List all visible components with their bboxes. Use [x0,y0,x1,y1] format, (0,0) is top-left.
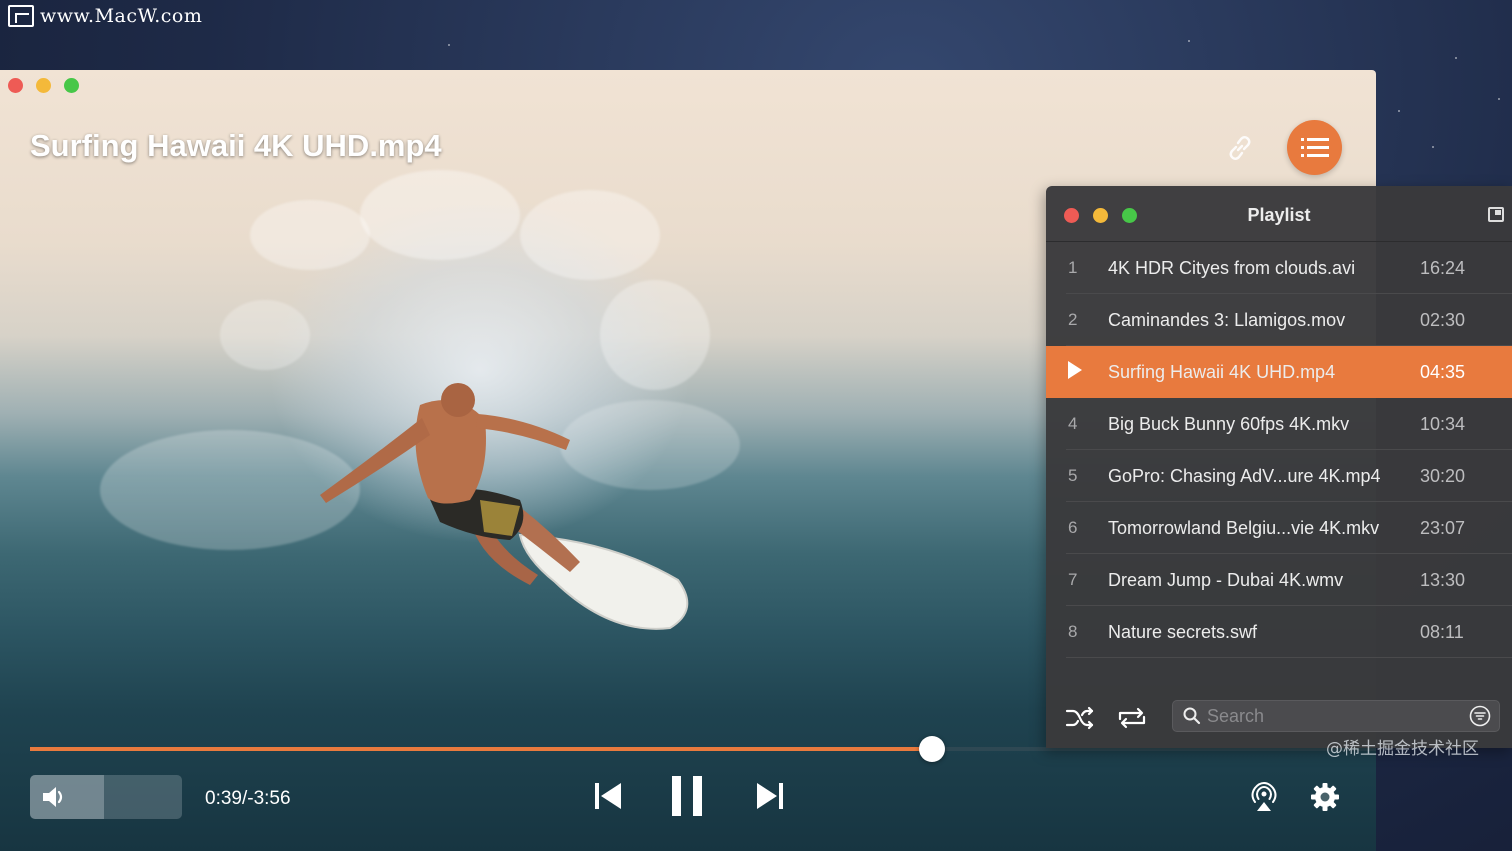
item-number: 5 [1068,466,1078,485]
bottom-watermark: @稀土掘金技术社区 [1326,739,1479,759]
playlist-item[interactable]: 5 GoPro: Chasing AdV...ure 4K.mp4 30:20 [1046,450,1512,502]
filter-icon[interactable] [1469,705,1491,727]
item-name: Nature secrets.swf [1108,621,1258,642]
pause-button[interactable] [664,772,710,820]
item-duration: 23:07 [1420,517,1466,538]
playlist-item[interactable]: 8 Nature secrets.swf 08:11 [1046,606,1512,658]
shuffle-icon [1065,706,1094,730]
link-button[interactable] [1222,130,1258,166]
item-duration: 04:35 [1420,361,1466,382]
item-name: Tomorrowland Belgiu...vie 4K.mkv [1108,517,1380,538]
playlist-item[interactable]: 2 Caminandes 3: Llamigos.mov 02:30 [1046,294,1512,346]
item-number: 8 [1068,622,1078,641]
watermark-text: www.MacW.com [40,5,203,27]
time-readout: 0:39/-3:56 [205,788,291,809]
previous-button[interactable] [588,776,628,816]
playlist-list: 1 4K HDR Cityes from clouds.avi 16:24 2 … [1046,242,1512,658]
next-button[interactable] [750,776,790,816]
expand-icon[interactable] [1488,207,1504,222]
playlist-header: Playlist [1046,186,1512,242]
item-name: Caminandes 3: Llamigos.mov [1108,309,1346,330]
search-input[interactable] [1201,705,1469,727]
playlist-item[interactable]: 6 Tomorrowland Belgiu...vie 4K.mkv 23:07 [1046,502,1512,554]
gear-icon [1311,783,1339,811]
close-window-button[interactable] [8,78,23,93]
playlist-item[interactable]: 1 4K HDR Cityes from clouds.avi 16:24 [1046,242,1512,294]
repeat-button[interactable] [1112,702,1152,734]
airplay-button[interactable] [1245,778,1283,816]
surfer-image [320,383,689,630]
item-name: 4K HDR Cityes from clouds.avi [1108,257,1356,278]
airplay-icon [1251,782,1277,811]
playlist-item[interactable]: 7 Dream Jump - Dubai 4K.wmv 13:30 [1046,554,1512,606]
item-number: 1 [1068,258,1078,277]
item-name: Dream Jump - Dubai 4K.wmv [1108,569,1344,590]
window-controls [8,78,79,93]
item-duration: 30:20 [1420,465,1466,486]
playlist-panel: Playlist 1 4K HDR Cityes from clouds.avi… [1046,186,1512,748]
item-number: 4 [1068,414,1078,433]
shuffle-button[interactable] [1060,702,1100,734]
item-duration: 13:30 [1420,569,1466,590]
item-name: GoPro: Chasing AdV...ure 4K.mp4 [1108,465,1381,486]
playlist-title: Playlist [1247,205,1311,225]
item-name: Big Buck Bunny 60fps 4K.mkv [1108,413,1350,434]
minimize-window-button[interactable] [36,78,51,93]
item-number: 6 [1068,518,1078,537]
pause-icon [672,776,702,816]
skip-next-icon [757,783,783,809]
item-duration: 02:30 [1420,309,1466,330]
repeat-icon [1118,707,1146,729]
list-icon [1300,137,1329,157]
playlist-item-active[interactable]: Surfing Hawaii 4K UHD.mp4 04:35 [1046,346,1512,398]
skip-previous-icon [595,783,621,809]
item-duration: 10:34 [1420,413,1466,434]
progress-fill [30,747,932,751]
play-icon [1068,360,1082,379]
search-box[interactable] [1172,700,1500,732]
speaker-icon [43,787,63,807]
site-watermark: www.MacW.com [8,4,202,28]
link-icon [1229,136,1251,160]
volume-slider[interactable] [30,775,182,819]
item-duration: 16:24 [1420,257,1466,278]
item-name: Surfing Hawaii 4K UHD.mp4 [1108,361,1336,382]
item-number: 7 [1068,570,1078,589]
zoom-window-button[interactable] [64,78,79,93]
progress-knob[interactable] [918,736,945,762]
settings-button[interactable] [1306,778,1344,816]
now-playing-indicator [1046,360,1108,384]
item-number: 2 [1068,310,1078,329]
playlist-item[interactable]: 4 Big Buck Bunny 60fps 4K.mkv 10:34 [1046,398,1512,450]
item-duration: 08:11 [1420,621,1464,642]
monitor-logo-icon [8,5,34,27]
search-icon [1183,707,1201,725]
video-title: Surfing Hawaii 4K UHD.mp4 [30,128,442,163]
playlist-toggle-button[interactable] [1287,120,1342,175]
